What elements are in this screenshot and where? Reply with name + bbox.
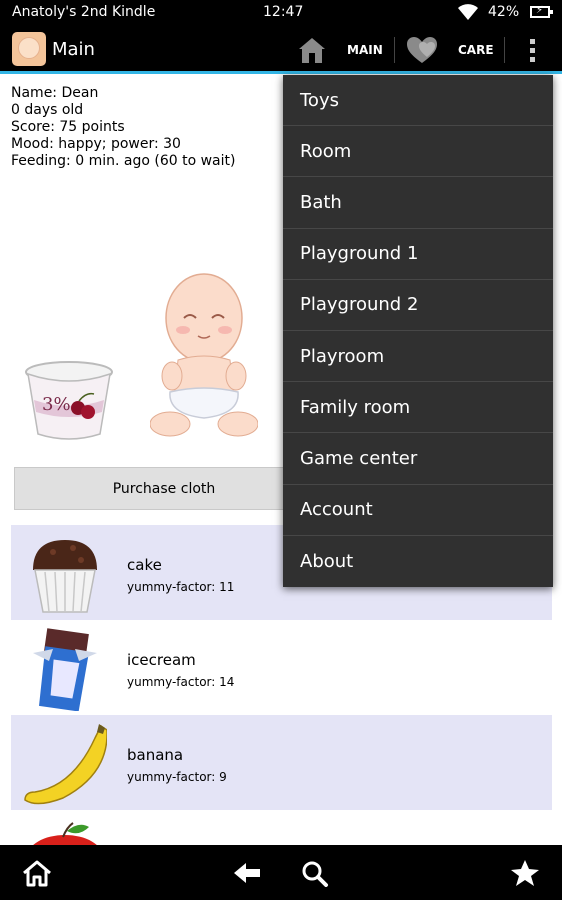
list-item[interactable]: banana yummy-factor: 9 [11,715,552,810]
list-item[interactable]: icecream yummy-factor: 14 [11,620,552,715]
overflow-menu-icon[interactable] [520,36,544,64]
overflow-menu: Toys Room Bath Playground 1 Playground 2… [283,75,553,587]
status-bar: Anatoly's 2nd Kindle 12:47 42% ⚡ [0,0,562,25]
star-icon[interactable] [510,859,540,887]
baby-mood: Mood: happy; power: 30 [11,136,181,152]
baby-image[interactable] [150,268,258,440]
purchase-clothes-button[interactable]: Purchase cloth [14,467,314,510]
menu-item-game-center[interactable]: Game center [283,433,553,485]
muffin-icon [33,540,97,613]
page-title: Main [52,39,95,60]
action-bar: Main MAIN CARE [0,25,562,74]
separator [504,37,505,63]
house-icon[interactable] [296,35,328,65]
home-icon[interactable] [22,859,52,887]
menu-item-toys[interactable]: Toys [283,75,553,127]
yogurt-icon[interactable]: 3% [24,360,114,442]
app-icon[interactable] [12,32,46,66]
main-button[interactable]: MAIN [347,43,383,57]
clock: 12:47 [263,4,304,20]
menu-item-bath[interactable]: Bath [283,177,553,229]
yummy-factor: yummy-factor: 11 [127,580,235,594]
battery-percent: 42% [488,4,520,20]
yummy-factor: yummy-factor: 9 [127,770,227,784]
separator [394,37,395,63]
navigation-bar [0,845,562,900]
menu-item-family-room[interactable]: Family room [283,382,553,434]
device-name: Anatoly's 2nd Kindle [12,4,156,20]
search-icon[interactable] [300,859,330,887]
back-icon[interactable] [232,859,262,887]
hearts-icon[interactable] [405,35,439,65]
baby-info: Name: Dean 0 days old Score: 75 points M… [11,85,235,170]
menu-item-about[interactable]: About [283,536,553,587]
wifi-icon [458,4,478,20]
food-name: banana [127,746,184,764]
svg-text:3%: 3% [42,394,71,415]
menu-item-playground-1[interactable]: Playground 1 [283,229,553,280]
baby-feeding: Feeding: 0 min. ago (60 to wait) [11,153,236,169]
care-button[interactable]: CARE [458,43,494,57]
baby-age: 0 days old [11,102,84,118]
baby-name: Name: Dean [11,85,99,101]
food-name: cake [127,556,162,574]
baby-score: Score: 75 points [11,119,125,135]
yummy-factor: yummy-factor: 14 [127,675,235,689]
menu-item-playground-2[interactable]: Playground 2 [283,280,553,331]
battery-icon: ⚡ [530,5,553,18]
menu-item-playroom[interactable]: Playroom [283,331,553,383]
food-name: icecream [127,651,196,669]
banana-icon [24,724,107,805]
menu-item-account[interactable]: Account [283,485,553,536]
icecream-bar-icon [33,628,97,711]
menu-item-room[interactable]: Room [283,126,553,178]
